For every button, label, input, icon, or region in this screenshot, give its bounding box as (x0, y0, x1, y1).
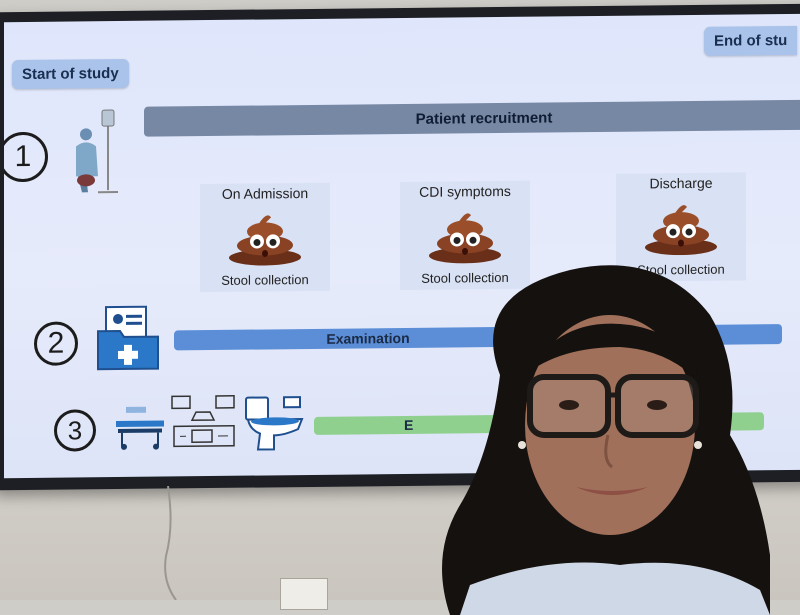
end-of-study-tag: End of stu (704, 26, 797, 56)
laboratory-equipment-icon (170, 394, 240, 456)
step-3-number: 3 (54, 409, 96, 451)
hospital-bed-icon (112, 400, 168, 456)
wall-cable (160, 486, 200, 600)
patient-with-iv-icon (72, 106, 132, 204)
wall-outlet (280, 578, 328, 610)
patient-recruitment-bar: Patient recruitment (144, 100, 800, 137)
toilet-icon (244, 393, 306, 459)
step-2-number: 2 (34, 321, 78, 365)
card-title: Discharge (649, 175, 712, 192)
card-title: CDI symptoms (419, 183, 511, 200)
examination-label: Examination (326, 330, 409, 347)
start-of-study-tag: Start of study (12, 59, 129, 89)
poop-emoji-icon (643, 198, 719, 255)
step-3-bar-label: E (404, 417, 413, 433)
poop-emoji-icon (227, 209, 303, 266)
card-on-admission: On Admission Stool collection (200, 183, 330, 292)
person-selfie (430, 255, 800, 615)
card-caption: Stool collection (221, 272, 308, 288)
card-title: On Admission (222, 185, 308, 202)
step-1-number: 1 (4, 132, 48, 183)
medical-folder-icon (96, 305, 160, 377)
